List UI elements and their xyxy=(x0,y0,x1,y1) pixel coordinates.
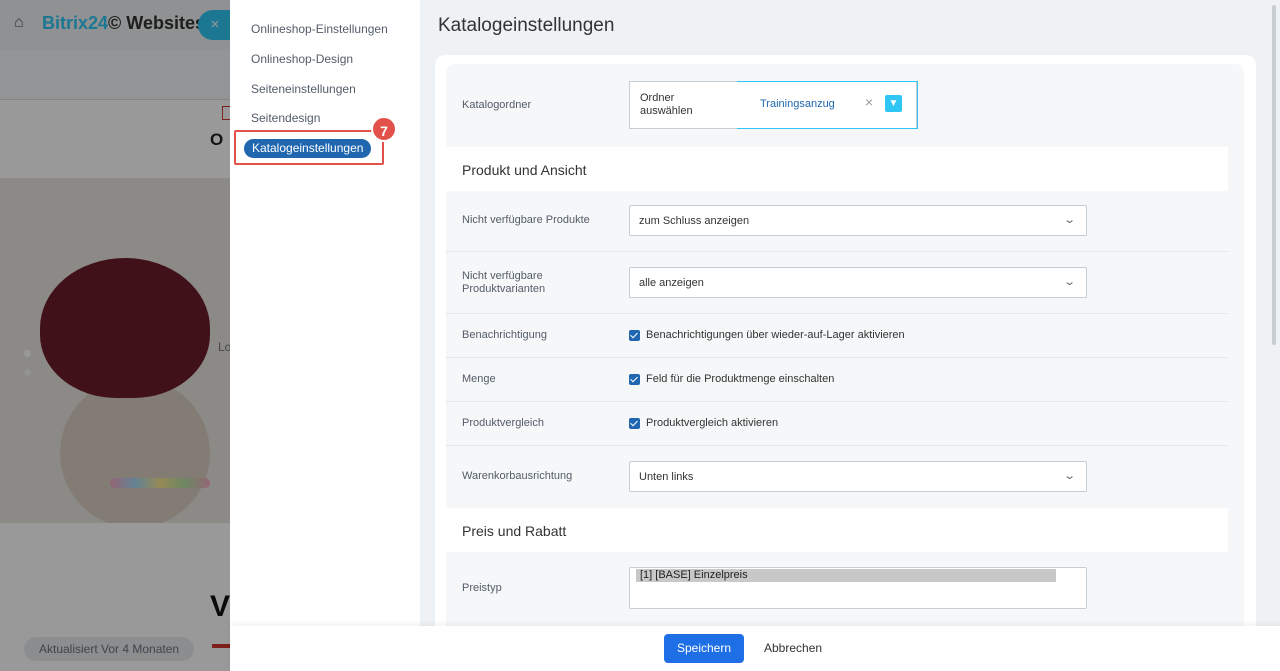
cart-alignment-select[interactable]: Unten links ⌄ xyxy=(629,461,1087,492)
catalog-folder-label: Katalogordner xyxy=(462,99,532,111)
row-separator xyxy=(446,445,1228,446)
quantity-checkbox-label[interactable]: Feld für die Produktmenge einschalten xyxy=(646,373,834,385)
nav-item-page-settings[interactable]: Seiteneinstellungen xyxy=(251,82,356,96)
notification-checkbox[interactable] xyxy=(629,330,640,341)
unavailable-products-value: zum Schluss anzeigen xyxy=(639,215,750,227)
cancel-button[interactable]: Abbrechen xyxy=(764,634,822,663)
select-folder-text[interactable]: Ordner auswählen xyxy=(640,92,720,118)
comparison-label: Produktvergleich xyxy=(462,417,544,429)
selected-folder-value: Trainingsanzug xyxy=(760,98,835,110)
nav-highlight-frame: Katalogeinstellungen xyxy=(234,130,384,165)
quantity-label: Menge xyxy=(462,373,496,385)
unavailable-products-label: Nicht verfügbare Produkte xyxy=(462,214,590,226)
settings-card: Katalogordner Ordner auswählen Trainings… xyxy=(435,55,1256,671)
section-product-title: Produkt und Ansicht xyxy=(462,162,587,178)
unavailable-products-select[interactable]: zum Schluss anzeigen ⌄ xyxy=(629,205,1087,236)
nav-item-page-design[interactable]: Seitendesign xyxy=(251,111,320,125)
price-type-listbox[interactable]: [1] [BASE] Einzelpreis xyxy=(629,567,1087,609)
row-separator xyxy=(446,313,1228,314)
settings-nav: Onlineshop-Einstellungen Onlineshop-Desi… xyxy=(230,0,420,671)
settings-form: Katalogordner Ordner auswählen Trainings… xyxy=(446,64,1244,634)
selected-folder-chip[interactable]: Trainingsanzug × ▼ xyxy=(737,81,918,129)
save-button[interactable]: Speichern xyxy=(664,634,744,663)
comparison-checkbox[interactable] xyxy=(629,418,640,429)
row-separator xyxy=(446,357,1228,358)
step-number-badge: 7 xyxy=(371,116,397,142)
unavailable-variants-label: Nicht verfügbare Produktvarianten xyxy=(462,270,546,295)
catalog-folder-picker[interactable]: Ordner auswählen Trainingsanzug × ▼ xyxy=(629,81,918,129)
nav-item-catalog-settings[interactable]: Katalogeinstellungen xyxy=(244,139,372,158)
unavailable-variants-value: alle anzeigen xyxy=(639,277,704,289)
section-price-header: Preis und Rabatt xyxy=(446,508,1228,552)
nav-item-onlineshop-design[interactable]: Onlineshop-Design xyxy=(251,52,353,66)
notification-label: Benachrichtigung xyxy=(462,329,548,341)
clear-icon[interactable]: × xyxy=(865,94,873,110)
nav-item-onlineshop-settings[interactable]: Onlineshop-Einstellungen xyxy=(251,22,388,36)
page-title: Katalogeinstellungen xyxy=(438,15,615,36)
price-type-option[interactable]: [1] [BASE] Einzelpreis xyxy=(636,569,1056,582)
chevron-down-icon: ⌄ xyxy=(1062,470,1076,482)
price-type-label: Preistyp xyxy=(462,582,502,594)
section-price-title: Preis und Rabatt xyxy=(462,523,567,539)
row-separator xyxy=(446,251,1228,252)
cart-alignment-value: Unten links xyxy=(639,471,694,483)
unavailable-variants-select[interactable]: alle anzeigen ⌄ xyxy=(629,267,1087,298)
comparison-checkbox-label[interactable]: Produktvergleich aktivieren xyxy=(646,417,778,429)
quantity-checkbox[interactable] xyxy=(629,374,640,385)
chevron-down-icon: ⌄ xyxy=(1062,214,1076,226)
cart-alignment-label: Warenkorbausrichtung xyxy=(462,470,573,482)
scrollbar[interactable] xyxy=(1272,5,1276,345)
chevron-down-icon[interactable]: ▼ xyxy=(885,95,902,112)
section-product-header: Produkt und Ansicht xyxy=(446,147,1228,191)
settings-panel: Katalogeinstellungen Katalogordner Ordne… xyxy=(420,0,1280,671)
notification-checkbox-label[interactable]: Benachrichtigungen über wieder-auf-Lager… xyxy=(646,329,905,341)
row-separator xyxy=(446,401,1228,402)
chevron-down-icon: ⌄ xyxy=(1062,276,1076,288)
footer-bar: Speichern Abbrechen xyxy=(230,626,1280,671)
